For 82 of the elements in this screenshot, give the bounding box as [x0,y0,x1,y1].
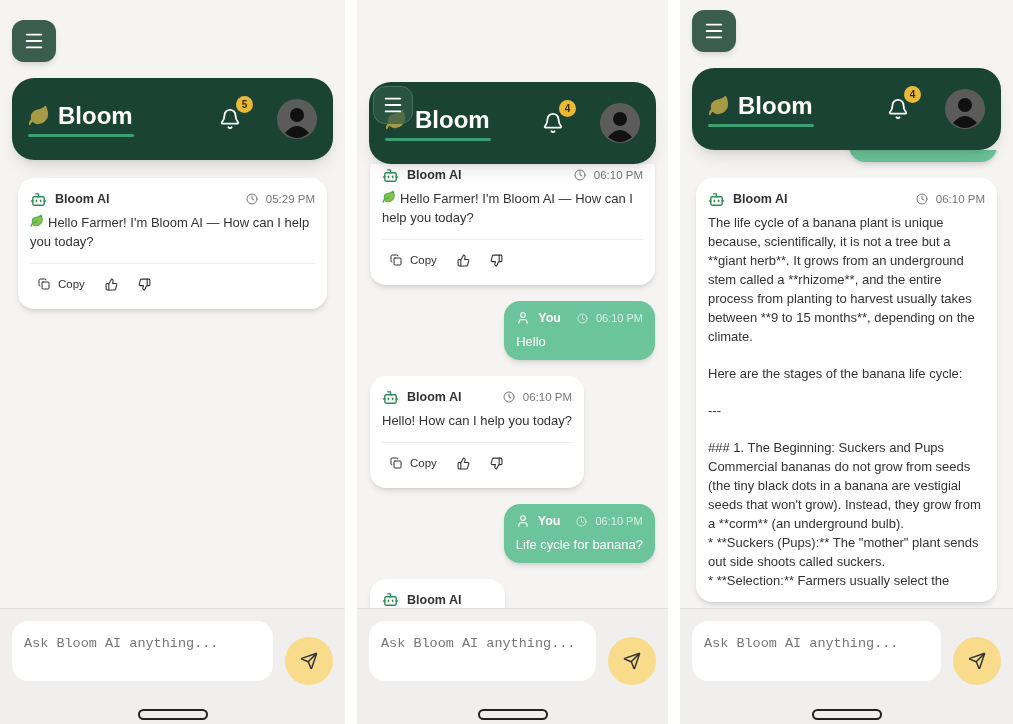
robot-icon [30,190,47,208]
thumbs-up-icon[interactable] [104,277,118,291]
message-time: 06:10 PM [593,167,643,183]
bell-icon [542,112,564,134]
thumbs-down-icon[interactable] [137,277,151,291]
message-text: Hello Farmer! I'm Bloom AI — How can I help you today? [382,189,634,227]
robot-icon [382,166,399,184]
home-indicator [137,709,208,720]
message-time: 06:10 PM [595,513,643,529]
leaf-logo-icon [28,104,50,127]
bell-icon [219,108,241,130]
message-input[interactable]: Ask Bloom AI anything... [12,621,273,681]
notifications-button[interactable] [219,108,241,130]
clock-icon [576,515,588,527]
copy-button[interactable]: Copy [390,454,437,472]
message-time: 06:10 PM [935,191,985,207]
menu-button[interactable] [692,10,736,52]
home-indicator [811,709,882,720]
clock-icon [502,391,515,404]
sender-name: Bloom AI [733,191,788,208]
clock-icon [573,169,586,182]
message-text: Hello Farmer! I'm Bloom AI — How can I help you today? [30,213,311,251]
sender-name: You [538,310,561,327]
sender-name: Bloom AI [55,191,110,208]
notification-badge: 5 [236,96,253,113]
message-text: * **Selection:** Farmers usually select the [708,571,951,590]
thumbs-up-icon[interactable] [456,456,470,470]
user-icon [515,514,530,529]
send-button[interactable] [285,637,333,685]
message-text: Life cycle for banana? [515,535,643,554]
notifications-button[interactable] [887,98,909,120]
message-text: Commercial bananas do not grow from seeds (the tiny black dots in a banana are vestigial seeds that won't grow). Instead, they grow from a **corm** (an underground bulb). [708,457,982,533]
send-icon [300,652,318,670]
copy-icon [390,254,402,267]
thumbs-down-icon[interactable] [489,456,503,470]
clock-icon [576,312,588,324]
send-button[interactable] [953,637,1001,685]
thumbs-up-icon[interactable] [456,253,470,267]
app-title: Bloom [738,91,813,120]
sender-name: You [537,512,561,530]
robot-icon [382,591,399,608]
notifications-button[interactable] [542,112,564,134]
message-text: ### 1. The Beginning: Suckers and Pups [708,438,946,457]
bell-icon [887,98,909,120]
message-time: 06:10 PM [522,389,573,405]
send-icon [968,652,986,670]
send-button[interactable] [608,637,656,685]
message-time: 06:10 PM [595,311,643,327]
copy-icon [38,278,50,291]
copy-button[interactable]: Copy [390,251,437,269]
message-text: The life cycle of a banana plant is unique because, scientifically, it is not a tree but a **giant herb**. It grows from an underground stem called a **rhizome**, and the entire process from planting to harvest usually takes between **9 to 15 months**, depending on the climate. [708,213,976,346]
message-text: * **Suckers (Pups):** The "mother" plant sends out side shoots called suckers. [708,533,980,571]
thumbs-down-icon[interactable] [489,253,503,267]
message-input[interactable]: Ask Bloom AI anything... [369,621,596,681]
sender-name: Bloom AI [407,388,462,406]
notification-badge: 4 [559,100,576,117]
message-text: Hello [516,332,547,351]
sender-name: Bloom AI [407,167,462,184]
notification-badge: 4 [904,86,921,103]
app-title: Bloom [415,105,490,134]
message-text: Hello! How can I help you today? [382,411,573,430]
home-indicator [477,709,548,720]
copy-icon [390,457,402,470]
leaf-logo-icon [708,94,730,117]
avatar-icon[interactable] [277,99,317,139]
user-icon [516,311,531,326]
sender-name: Bloom AI [407,591,462,608]
robot-icon [708,190,725,208]
clock-icon [915,193,928,206]
robot-icon [382,388,399,406]
message-time: 05:29 PM [265,191,315,207]
app-title: Bloom [58,101,133,130]
avatar-icon[interactable] [600,103,640,143]
message-text: Here are the stages of the banana life cycle: [708,364,964,383]
clock-icon [245,193,258,206]
menu-button[interactable] [373,86,413,124]
send-icon [623,652,641,670]
menu-button[interactable] [12,20,56,62]
copy-button[interactable]: Copy [38,275,85,293]
avatar-icon[interactable] [945,89,985,129]
message-text: --- [708,401,722,420]
message-input[interactable]: Ask Bloom AI anything... [692,621,941,681]
